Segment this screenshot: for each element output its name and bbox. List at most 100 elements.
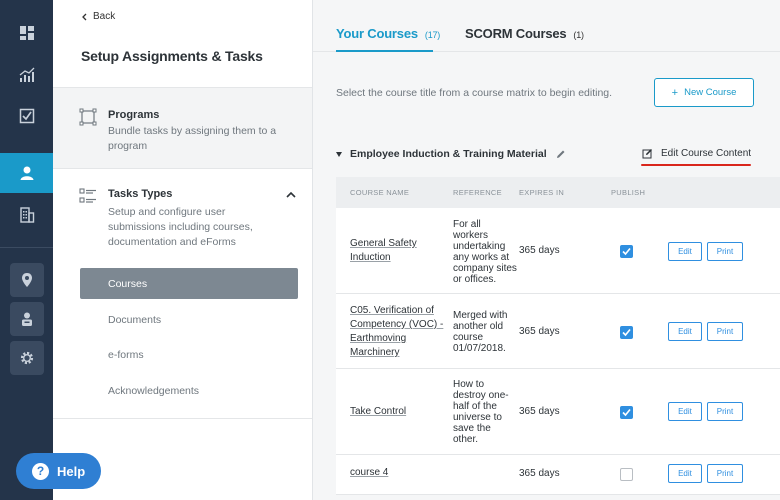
tasks-icon[interactable]	[0, 98, 53, 134]
publish-checkbox[interactable]	[620, 406, 633, 419]
course-name-link[interactable]: General Safety Induction	[350, 237, 417, 265]
new-course-label: New Course	[684, 87, 737, 98]
table-row: C05. Verification of Competency (VOC) - …	[336, 294, 780, 369]
edit-icon	[642, 149, 652, 159]
col-publish: PUBLISH	[611, 188, 646, 197]
course-name-link[interactable]: C05. Verification of Competency (VOC) - …	[350, 304, 443, 360]
course-reference: For all workers undertaking any works at…	[453, 219, 519, 285]
sidebar-item-acknowledgements[interactable]: Acknowledgements	[80, 375, 298, 406]
publish-checkbox[interactable]	[620, 468, 633, 481]
print-button[interactable]: Print	[707, 242, 743, 261]
ref-line: For all	[453, 219, 481, 230]
name-line: Marchinery	[350, 347, 400, 358]
table-row: course 4 365 days Edit Print	[336, 455, 780, 495]
name-line: Competency (VOC) -	[350, 319, 444, 330]
edit-button[interactable]: Edit	[668, 464, 702, 483]
check-icon	[622, 408, 631, 417]
location-icon[interactable]	[10, 263, 44, 297]
ref-line: workers	[453, 230, 489, 241]
building-icon[interactable]	[0, 197, 53, 233]
task-types-title[interactable]: Tasks Types	[108, 188, 172, 200]
matrix-header[interactable]: Employee Induction & Training Material	[336, 148, 566, 160]
ref-line: other.	[453, 434, 479, 445]
edit-button[interactable]: Edit	[668, 322, 702, 341]
col-expires-in: EXPIRES IN	[519, 188, 565, 197]
edit-button[interactable]: Edit	[668, 242, 702, 261]
panel-divider	[53, 418, 312, 419]
print-button[interactable]: Print	[707, 322, 743, 341]
sidebar-item-eforms[interactable]: e-forms	[80, 339, 298, 370]
col-reference: REFERENCE	[453, 188, 502, 197]
help-button[interactable]: ? Help	[16, 453, 101, 489]
table-row: Take Control How to destroy one- half of…	[336, 369, 780, 455]
dashboard-icon[interactable]	[0, 15, 53, 51]
help-label: Help	[57, 463, 86, 479]
tab-scorm-courses[interactable]: SCORM Courses (1)	[465, 26, 584, 41]
programs-title: Programs	[108, 109, 160, 121]
check-icon	[622, 247, 631, 256]
ref-line: Merged with	[453, 310, 508, 321]
edit-button[interactable]: Edit	[668, 402, 702, 421]
tab-label: SCORM Courses	[465, 26, 567, 41]
main-content: Your Courses (17) SCORM Courses (1) Sele…	[313, 0, 780, 500]
sidebar-item-courses[interactable]: Courses	[80, 268, 298, 299]
settings-icon[interactable]	[10, 341, 44, 375]
ref-line: or offices.	[453, 274, 497, 285]
print-button[interactable]: Print	[707, 464, 743, 483]
tab-your-courses[interactable]: Your Courses (17)	[336, 26, 440, 41]
back-link[interactable]: Back	[81, 11, 115, 22]
course-reference: Merged with another old course 01/07/201…	[453, 310, 519, 354]
course-name-link[interactable]: course 4	[350, 466, 388, 480]
tab-count: (1)	[573, 30, 584, 40]
name-line: C05. Verification of	[350, 305, 434, 316]
publish-checkbox[interactable]	[620, 245, 633, 258]
settings-panel: Back Setup Assignments & Tasks Programs …	[53, 0, 313, 500]
name-line: Take Control	[350, 406, 407, 417]
new-course-button[interactable]: + New Course	[654, 78, 754, 107]
course-reference: How to destroy one- half of the universe…	[453, 379, 519, 445]
table-header: COURSE NAME REFERENCE EXPIRES IN PUBLISH	[336, 177, 780, 208]
pencil-icon[interactable]	[555, 149, 566, 160]
print-button[interactable]: Print	[707, 402, 743, 421]
plus-icon: +	[671, 86, 679, 99]
icon-rail	[0, 0, 53, 500]
ref-line: universe to	[453, 412, 502, 423]
user-icon[interactable]	[0, 153, 53, 193]
red-annotation-underline	[641, 164, 751, 166]
expires-value: 365 days	[519, 326, 560, 337]
tab-label: Your Courses	[336, 26, 418, 41]
table-row: General Safety Induction For all workers…	[336, 208, 780, 294]
matrix-name: Employee Induction & Training Material	[350, 148, 547, 160]
edit-course-content-link[interactable]: Edit Course Content	[642, 148, 751, 159]
tab-bar: Your Courses (17) SCORM Courses (1)	[313, 0, 780, 52]
expires-value: 365 days	[519, 245, 560, 256]
name-line: course 4	[350, 467, 389, 478]
tab-count: (17)	[424, 30, 441, 40]
caret-down-icon[interactable]	[336, 151, 342, 157]
col-course-name: COURSE NAME	[350, 188, 410, 197]
programs-description: Bundle tasks by assigning them to a prog…	[108, 125, 277, 152]
expires-value: 365 days	[519, 468, 560, 479]
course-name-link[interactable]: Take Control	[350, 405, 406, 419]
ref-line: course	[453, 332, 484, 343]
ref-line: save the	[453, 423, 491, 434]
analytics-icon[interactable]	[0, 57, 53, 93]
person-card-icon[interactable]	[10, 302, 44, 336]
sidebar-item-documents[interactable]: Documents	[80, 304, 298, 335]
ref-line: 01/07/2018.	[453, 343, 506, 354]
ref-line: another old	[453, 321, 504, 332]
task-types-description: Setup and configure user submissions inc…	[108, 206, 253, 248]
expires-value: 365 days	[519, 406, 560, 417]
help-icon: ?	[32, 462, 49, 480]
publish-checkbox[interactable]	[620, 326, 633, 339]
edit-course-content-label: Edit Course Content	[661, 148, 752, 159]
ref-line: half of the	[453, 401, 497, 412]
chevron-left-icon	[82, 13, 87, 20]
ref-line: company sites	[453, 263, 517, 274]
ref-line: destroy one-	[453, 390, 509, 401]
back-label: Back	[93, 11, 116, 22]
ref-line: undertaking	[453, 241, 506, 252]
programs-section[interactable]: Programs Bundle tasks by assigning them …	[53, 87, 312, 169]
name-line: Earthmoving	[350, 333, 407, 344]
chevron-up-icon[interactable]	[285, 190, 297, 200]
